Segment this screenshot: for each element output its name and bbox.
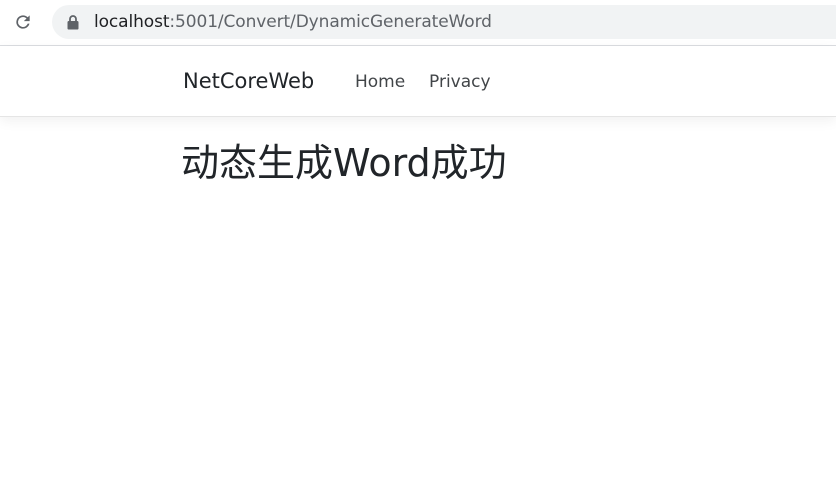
navbar-brand[interactable]: NetCoreWeb <box>183 68 314 94</box>
url-path: :5001/Convert/DynamicGenerateWord <box>169 12 492 32</box>
nav-link-privacy[interactable]: Privacy <box>429 71 491 93</box>
nav-link-home[interactable]: Home <box>355 71 405 93</box>
address-bar[interactable]: localhost:5001/Convert/DynamicGenerateWo… <box>52 5 836 39</box>
reload-button[interactable] <box>11 10 35 34</box>
url-host: localhost <box>94 12 170 32</box>
lock-icon[interactable] <box>66 14 80 30</box>
reload-icon <box>16 15 30 29</box>
browser-toolbar: localhost:5001/Convert/DynamicGenerateWo… <box>0 0 836 46</box>
page-title: 动态生成Word成功 <box>181 141 507 185</box>
url-text[interactable]: localhost:5001/Convert/DynamicGenerateWo… <box>94 12 492 32</box>
app-navbar: NetCoreWeb Home Privacy <box>0 46 836 117</box>
